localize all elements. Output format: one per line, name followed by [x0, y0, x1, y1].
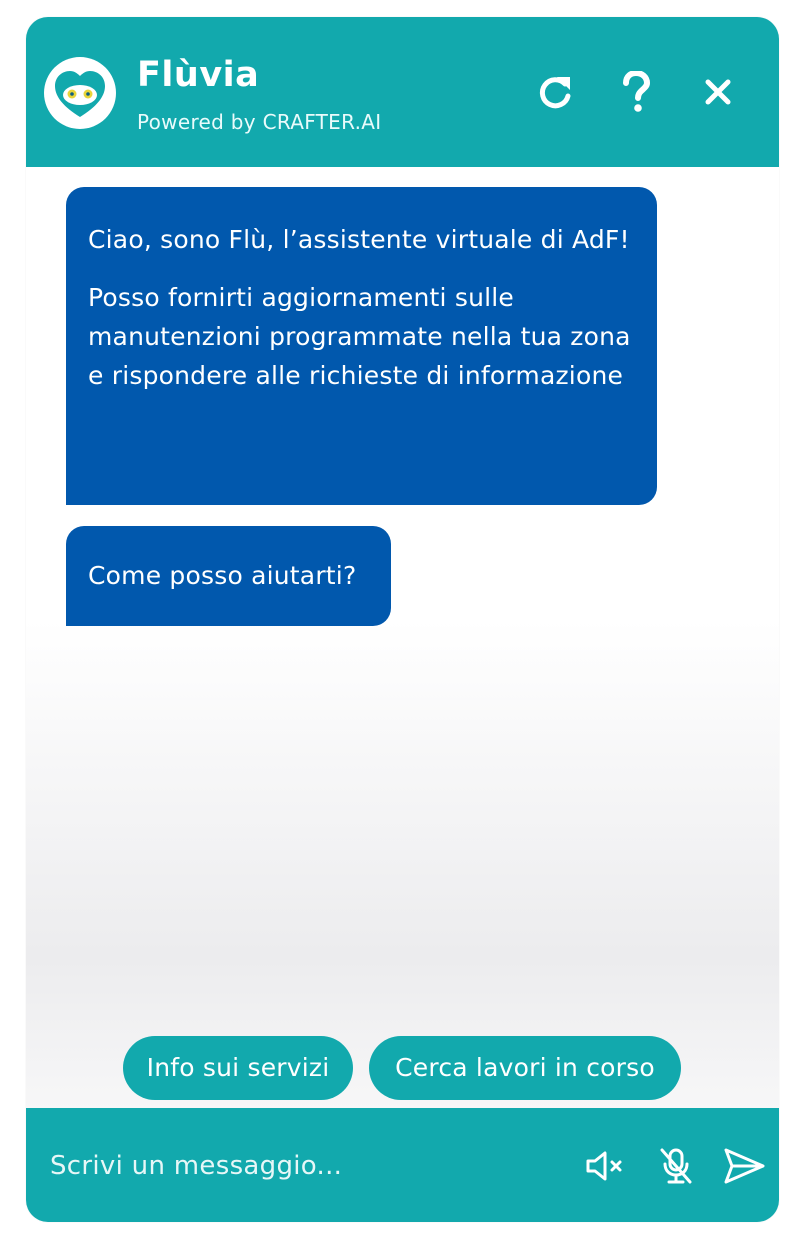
- microphone-off-icon: [660, 1148, 692, 1184]
- question-icon: [623, 71, 651, 112]
- refresh-button[interactable]: [530, 67, 580, 117]
- close-icon: [705, 79, 731, 105]
- message-list: Ciao, sono Flù, l’assistente virtuale di…: [26, 167, 779, 1047]
- message-paragraph: Ciao, sono Flù, l’assistente virtuale di…: [88, 225, 630, 254]
- owl-heart-icon: [44, 57, 116, 129]
- bot-message: Ciao, sono Flù, l’assistente virtuale di…: [66, 187, 657, 505]
- composer: [26, 1108, 779, 1222]
- message-paragraph: Posso fornirti aggiornamenti sulle manut…: [88, 283, 631, 390]
- message-input[interactable]: [48, 1138, 568, 1194]
- close-button[interactable]: [693, 67, 743, 117]
- send-icon: [724, 1148, 765, 1184]
- chat-header: Flùvia Powered by CRAFTER.AI: [26, 17, 779, 167]
- assistant-name: Flùvia: [137, 55, 260, 95]
- chat-widget: Flùvia Powered by CRAFTER.AI Ciao, sono …: [26, 17, 779, 1222]
- quick-reply-cerca-lavori[interactable]: Cerca lavori in corso: [369, 1036, 681, 1100]
- powered-by-label: Powered by CRAFTER.AI: [137, 110, 382, 134]
- message-paragraph: Come posso aiutarti?: [88, 561, 357, 590]
- microphone-button[interactable]: [652, 1142, 700, 1190]
- mute-button[interactable]: [582, 1142, 630, 1190]
- send-button[interactable]: [720, 1142, 768, 1190]
- speaker-muted-icon: [586, 1151, 622, 1181]
- quick-reply-info-servizi[interactable]: Info sui servizi: [123, 1036, 353, 1100]
- help-button[interactable]: [611, 67, 661, 117]
- quick-replies: Info sui servizi Cerca lavori in corso: [26, 1036, 779, 1100]
- refresh-icon: [539, 77, 571, 109]
- bot-message: Come posso aiutarti?: [66, 526, 391, 626]
